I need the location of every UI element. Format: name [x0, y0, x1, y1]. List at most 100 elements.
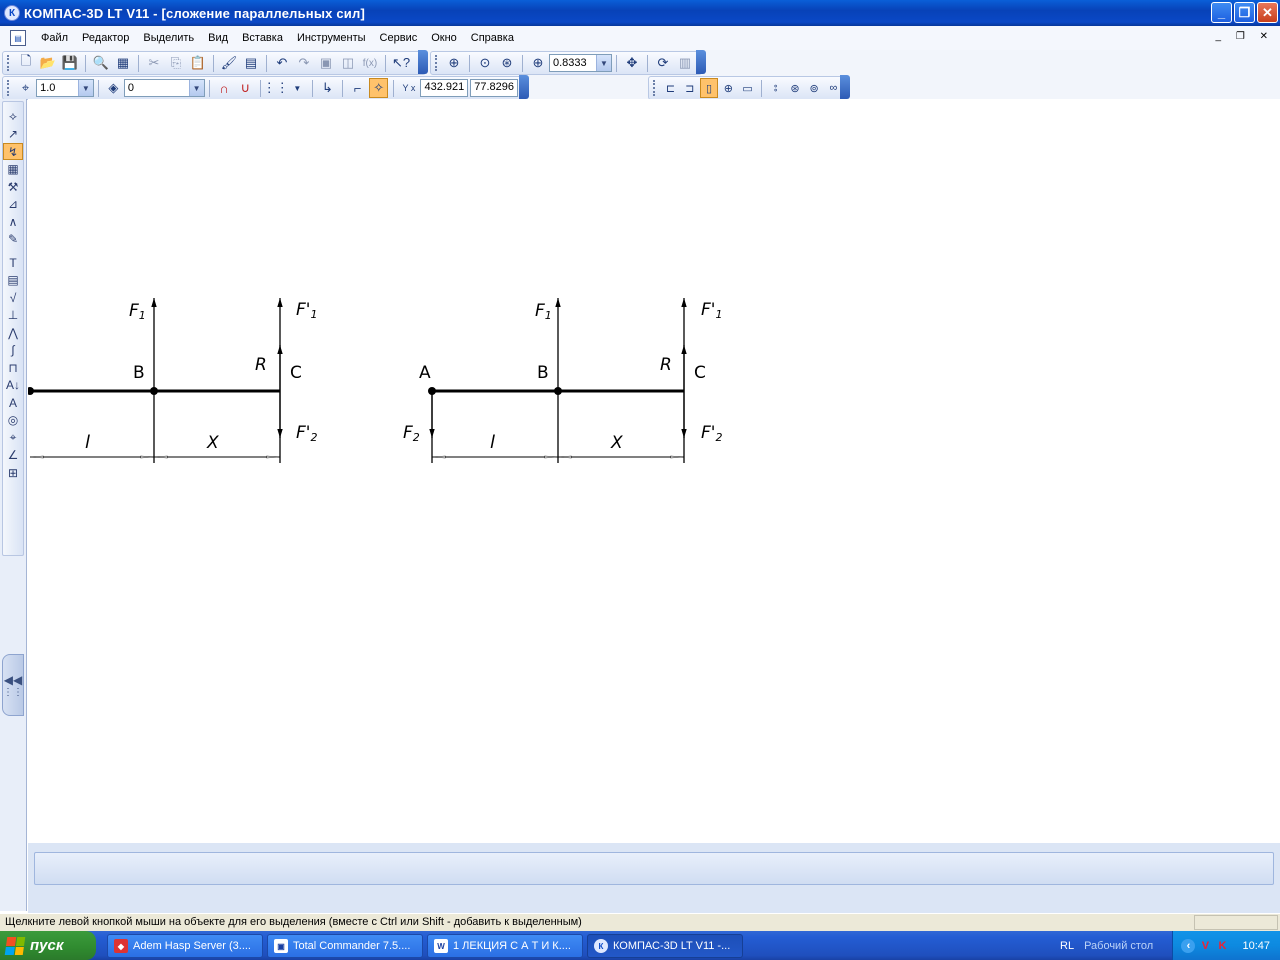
magnet-icon[interactable]: ∩: [215, 78, 234, 98]
dimension-icon[interactable]: ↗: [3, 126, 23, 143]
target-icon[interactable]: ⊕: [720, 78, 737, 98]
zoom-dynamic-icon[interactable]: ⊙: [475, 53, 495, 73]
menu-help[interactable]: Справка: [464, 32, 521, 44]
chevron-down-icon[interactable]: ▼: [188, 80, 204, 96]
toolbar-end[interactable]: [840, 75, 850, 99]
toolbar-end[interactable]: [519, 75, 529, 99]
minimize-button[interactable]: _: [1211, 2, 1232, 23]
menu-window[interactable]: Окно: [424, 32, 464, 44]
globe-icon[interactable]: ⊛: [786, 78, 803, 98]
copy-icon[interactable]: ⎘: [166, 53, 186, 73]
task-total-commander[interactable]: ▣ Total Commander 7.5....: [267, 934, 423, 958]
new-icon[interactable]: 🗋: [16, 53, 36, 73]
redo-icon[interactable]: ↷: [294, 53, 314, 73]
restore-button[interactable]: ❐: [1234, 2, 1255, 23]
chevron-down-icon[interactable]: ▼: [77, 80, 93, 96]
geometry-icon[interactable]: ⟡: [3, 108, 23, 125]
tray-k-icon[interactable]: K: [1215, 939, 1229, 953]
toolbar-grip[interactable]: [7, 55, 10, 71]
start-button[interactable]: пуск: [0, 931, 96, 960]
segments-icon[interactable]: ⊿: [3, 196, 23, 213]
help-pointer-icon[interactable]: ↖?: [391, 53, 411, 73]
zoom-extent-icon[interactable]: ⊛: [497, 53, 517, 73]
tray-antivirus-icon[interactable]: V: [1198, 939, 1212, 953]
table-icon[interactable]: ▤: [3, 272, 23, 289]
open-icon[interactable]: 📂: [38, 53, 58, 73]
mdi-controls[interactable]: _ ❐ ✕: [1216, 31, 1274, 42]
hammer-icon[interactable]: ⚒: [3, 178, 23, 195]
language-indicator[interactable]: RL: [1060, 940, 1074, 952]
menu-view[interactable]: Вид: [201, 32, 235, 44]
snap-active-icon[interactable]: ✧: [369, 78, 389, 98]
toolbar-grip[interactable]: [435, 55, 438, 71]
curves-icon[interactable]: ↯: [3, 143, 23, 160]
toolbar-end[interactable]: [418, 50, 428, 74]
menu-file[interactable]: Файл: [34, 32, 75, 44]
cut-icon[interactable]: ✂: [144, 53, 164, 73]
zoom-combo[interactable]: 0.8333 ▼: [549, 54, 612, 72]
task-kompas[interactable]: К КОМПАС-3D LT V11 -...: [587, 934, 743, 958]
manager-icon[interactable]: ▦: [113, 53, 133, 73]
align-center-icon[interactable]: ⊐: [681, 78, 698, 98]
insert-object-icon[interactable]: ▣: [316, 53, 336, 73]
spec-icon[interactable]: ⦂: [767, 78, 784, 98]
document-icon[interactable]: ▤: [10, 30, 26, 46]
object-icon[interactable]: ◫: [338, 53, 358, 73]
chevron-down-icon[interactable]: ▼: [596, 55, 611, 71]
check-icon[interactable]: √: [3, 289, 23, 306]
desktop-toolbar[interactable]: Рабочий стол: [1084, 940, 1153, 952]
text-A-icon[interactable]: A: [3, 394, 23, 411]
print-preview-icon[interactable]: 🔍: [91, 53, 111, 73]
refresh-icon[interactable]: ⟳: [653, 53, 673, 73]
brush-icon[interactable]: 🖌: [219, 53, 239, 73]
coord-x-field[interactable]: 432.921: [420, 79, 469, 97]
properties-icon[interactable]: ▤: [241, 53, 261, 73]
layer-combo[interactable]: 0 ▼: [123, 79, 205, 97]
pan-icon[interactable]: ✥: [622, 53, 642, 73]
grid-icon[interactable]: ⋮⋮: [263, 78, 289, 98]
task-adem-hasp[interactable]: ◆ Adem Hasp Server (3....: [107, 934, 263, 958]
text-icon[interactable]: T: [3, 254, 23, 271]
frame-icon[interactable]: ⊓: [3, 359, 23, 376]
align-left-icon[interactable]: ⊏: [662, 78, 679, 98]
minus-icon[interactable]: ▭: [739, 78, 756, 98]
scale-combo[interactable]: 1.0 ▼: [36, 79, 94, 97]
drawing-svg[interactable]: F1 F'1 B R C F'2 l X F1 F'1 A B R C F2 F…: [28, 99, 1280, 843]
magnet-off-icon[interactable]: ∪: [236, 78, 255, 98]
toolbar-end[interactable]: [696, 50, 706, 74]
toolbar-grip[interactable]: [7, 80, 10, 96]
circle-icon[interactable]: ◎: [3, 412, 23, 429]
grid-icon[interactable]: ▦: [3, 161, 23, 178]
chevron-down-icon[interactable]: ▼: [288, 78, 307, 98]
measure-icon[interactable]: ∠: [3, 447, 23, 464]
align-active-icon[interactable]: ▯: [700, 78, 718, 98]
paste-icon[interactable]: 📋: [188, 53, 208, 73]
layers-icon[interactable]: ◈: [104, 78, 123, 98]
snap-local-icon[interactable]: ⌖: [16, 78, 35, 98]
menu-tools[interactable]: Инструменты: [290, 32, 373, 44]
spec-icon[interactable]: ⊞: [3, 464, 23, 481]
menu-editor[interactable]: Редактор: [75, 32, 136, 44]
layers-icon[interactable]: ▥: [675, 53, 695, 73]
crosshair-icon[interactable]: ⌖: [3, 429, 23, 446]
zoom-window-icon[interactable]: ⊕: [444, 53, 464, 73]
menu-insert[interactable]: Вставка: [235, 32, 290, 44]
property-bar[interactable]: [34, 852, 1274, 885]
collapse-panel-button[interactable]: ◀◀ ⋮⋮: [2, 654, 24, 716]
variables-icon[interactable]: f(x): [360, 53, 380, 73]
close-button[interactable]: ✕: [1257, 2, 1278, 23]
menu-service[interactable]: Сервис: [373, 32, 425, 44]
step-icon[interactable]: ⌐: [348, 78, 367, 98]
menu-select[interactable]: Выделить: [136, 32, 201, 44]
task-word-document[interactable]: W 1 ЛЕКЦИЯ С А Т И К....: [427, 934, 583, 958]
layers-round-icon[interactable]: ⊚: [806, 78, 823, 98]
drawing-canvas[interactable]: F1 F'1 B R C F'2 l X F1 F'1 A B R C F2 F…: [28, 99, 1280, 843]
polyline-icon[interactable]: ⋀: [3, 324, 23, 341]
angle-icon[interactable]: ∧: [3, 213, 23, 230]
undo-icon[interactable]: ↶: [272, 53, 292, 73]
edit-icon[interactable]: ✎: [3, 231, 23, 248]
zoom-in-icon[interactable]: ⊕: [528, 53, 548, 73]
ortho-icon[interactable]: ↳: [318, 78, 337, 98]
coord-y-field[interactable]: 77.8296: [470, 79, 519, 97]
tray-arrow-icon[interactable]: ‹: [1181, 938, 1196, 953]
